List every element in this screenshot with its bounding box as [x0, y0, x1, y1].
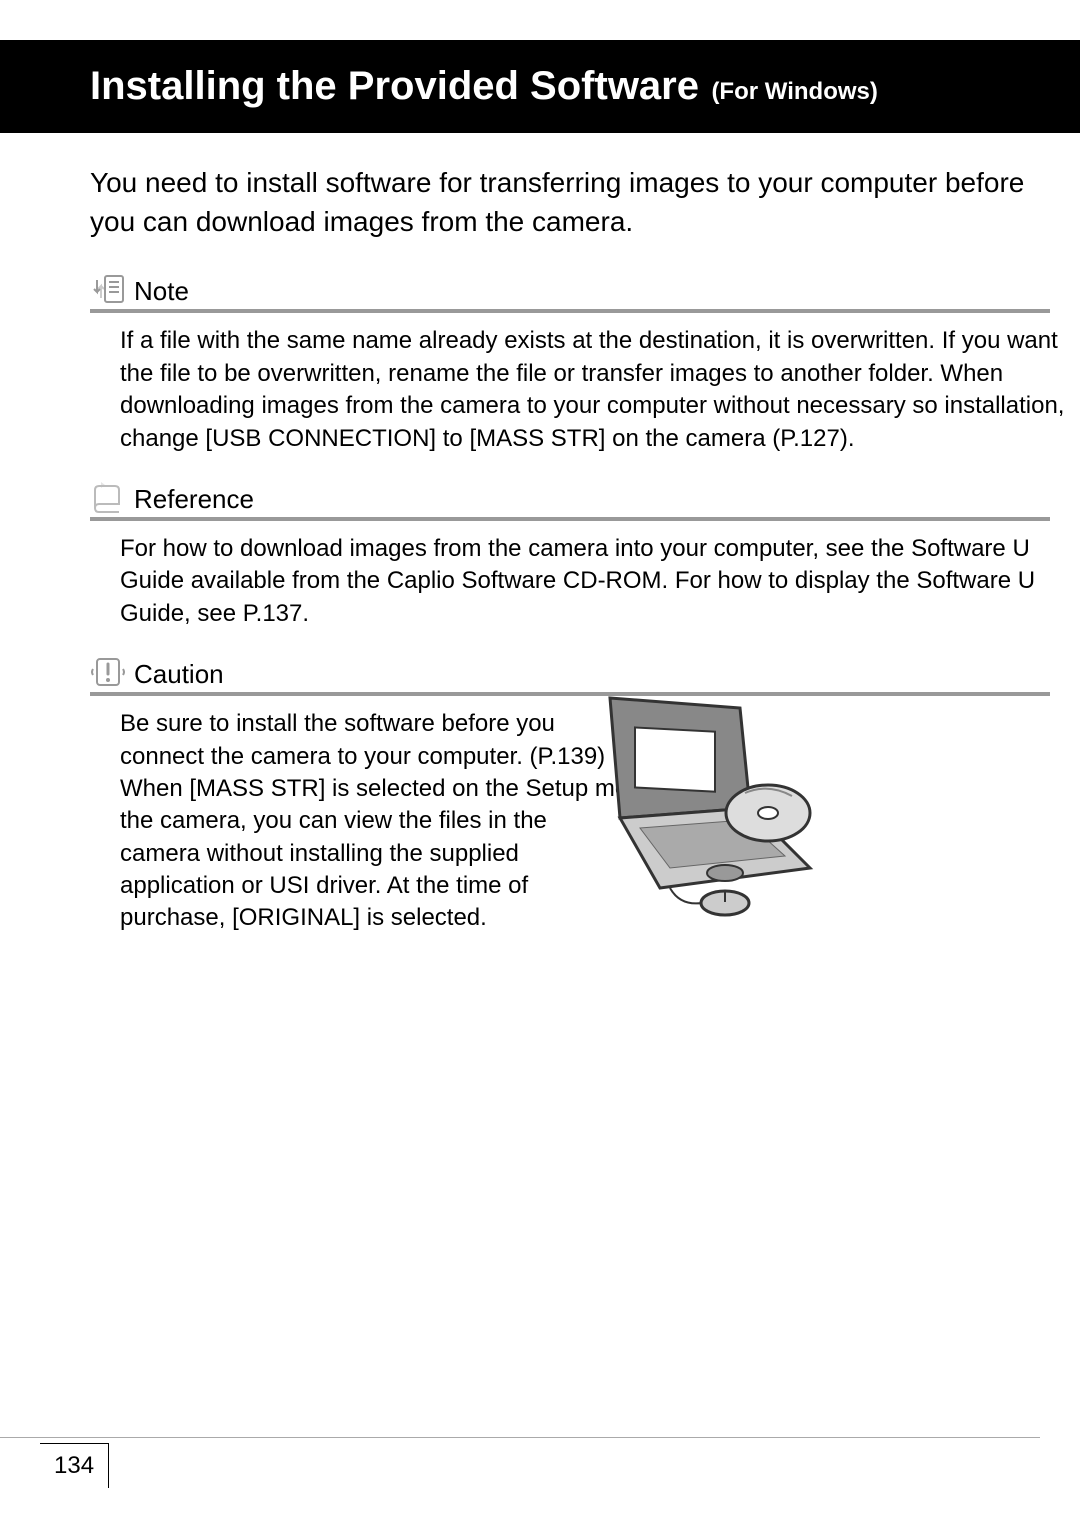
title-bar: Installing the Provided Software (For Wi… — [0, 40, 1080, 133]
note-header: Note — [90, 271, 1050, 313]
note-label: Note — [134, 276, 189, 307]
reference-body: For how to download images from the came… — [0, 533, 1080, 630]
page-title-sub: (For Windows) — [711, 78, 877, 105]
note-icon — [90, 271, 126, 307]
caution-icon — [90, 654, 126, 690]
page-container: Installing the Provided Software (For Wi… — [0, 0, 1080, 935]
caution-label: Caution — [134, 659, 224, 690]
laptop-illustration — [550, 688, 830, 918]
reference-label: Reference — [134, 484, 254, 515]
footer-divider — [0, 1437, 1040, 1438]
reference-icon — [90, 479, 126, 515]
intro-paragraph: You need to install software for transfe… — [0, 163, 1080, 241]
caution-container: Be sure to install the software before y… — [0, 708, 1080, 935]
page-title-main: Installing the Provided Software — [90, 64, 699, 108]
page-number: 134 — [40, 1443, 109, 1488]
reference-header: Reference — [90, 479, 1050, 521]
note-body: If a file with the same name already exi… — [0, 325, 1080, 455]
